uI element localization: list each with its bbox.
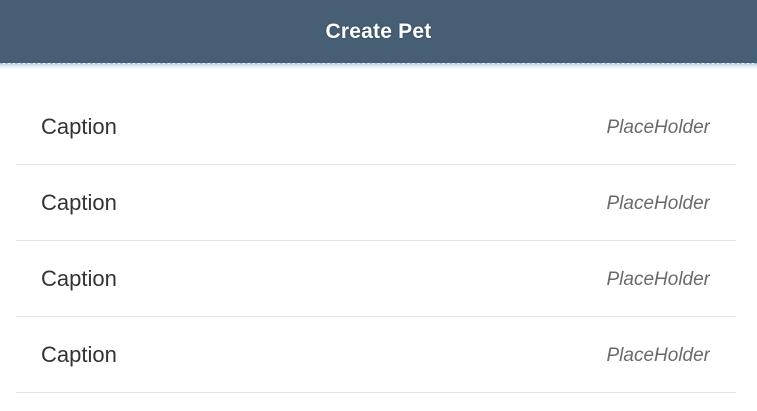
field-input[interactable] [588, 266, 710, 294]
field-caption: Caption [41, 190, 117, 215]
form-row: Caption [16, 241, 736, 317]
form-list: Caption Caption Caption Caption [16, 89, 736, 393]
form-row: Caption [16, 165, 736, 241]
form-row: Caption [16, 317, 736, 393]
field-caption: Caption [41, 342, 117, 367]
field-input[interactable] [588, 114, 710, 142]
field-caption: Caption [41, 266, 117, 291]
field-input[interactable] [588, 190, 710, 218]
field-input[interactable] [588, 342, 710, 370]
page-title: Create Pet [325, 19, 432, 43]
form-row: Caption [16, 89, 736, 165]
page-header: Create Pet [0, 0, 757, 63]
header-divider [0, 63, 757, 69]
field-caption: Caption [41, 114, 117, 139]
